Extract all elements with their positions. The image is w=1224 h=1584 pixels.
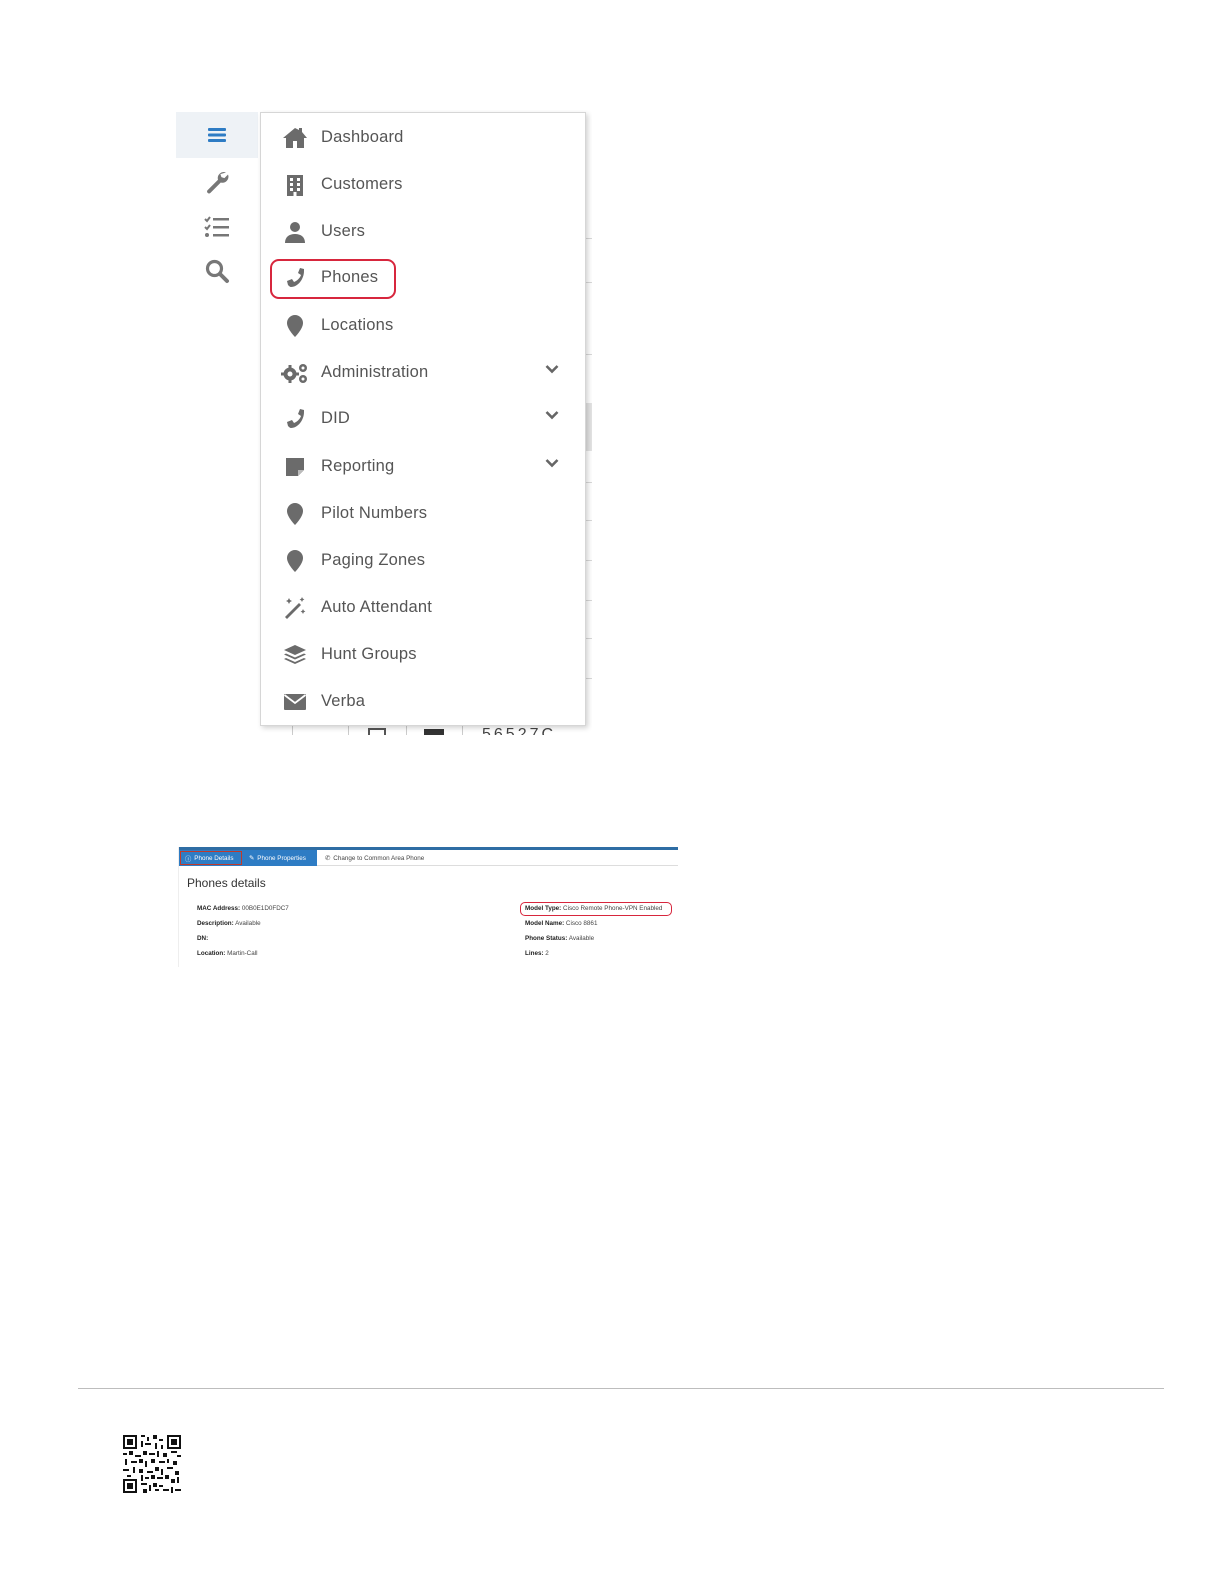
gears-icon — [281, 359, 309, 387]
map-marker-icon — [281, 500, 309, 528]
tab-phone-details[interactable]: ⓘ Phone Details — [179, 850, 243, 866]
tools-button[interactable] — [176, 158, 258, 204]
search-icon — [205, 259, 229, 283]
device-icon — [424, 729, 444, 735]
menu-item-label: DID — [321, 409, 351, 427]
info-icon: ⓘ — [185, 855, 192, 863]
menu-item-verba[interactable]: Verba — [261, 678, 585, 725]
menu-item-label: Dashboard — [321, 128, 404, 146]
table-divider — [586, 403, 592, 451]
menu-item-label: Reporting — [321, 457, 395, 475]
field-label: Phone Status: — [525, 935, 568, 942]
field-label: Description: — [197, 920, 234, 927]
field-label: DN: — [197, 935, 209, 942]
menu-item-dashboard[interactable]: Dashboard — [261, 114, 585, 161]
map-marker-icon — [281, 547, 309, 575]
menu-item-reporting[interactable]: Reporting — [261, 443, 585, 490]
details-tab-bar: ⓘ Phone Details ✎ Phone Properties ✆ Cha… — [179, 847, 678, 866]
menu-item-label: Administration — [321, 363, 429, 381]
checklist-button[interactable] — [176, 204, 258, 250]
magic-wand-icon — [281, 594, 309, 622]
hamburger-menu-button[interactable] — [176, 112, 258, 158]
field-label: MAC Address: — [197, 905, 241, 912]
field-value: Available — [567, 935, 595, 942]
navigation-menu-screenshot: 56527C Dashboard Customers Users Phones … — [176, 110, 592, 735]
field-label: Model Name: — [525, 920, 565, 927]
field-value: 00B0E1D0FDC7 — [240, 905, 289, 912]
menu-item-label: Paging Zones — [321, 551, 426, 569]
footer-divider — [78, 1388, 1164, 1389]
nav-dropdown-menu: Dashboard Customers Users Phones Locatio… — [260, 112, 586, 726]
wrench-icon — [207, 172, 229, 194]
phone-details-screenshot: ⓘ Phone Details ✎ Phone Properties ✆ Cha… — [178, 847, 678, 967]
location-field: Location: Martin-Call — [197, 950, 258, 957]
phones-details-title: Phones details — [187, 876, 266, 890]
model-type-highlight-annotation — [520, 902, 672, 916]
home-icon — [281, 124, 309, 152]
phone-icon: ✆ — [325, 854, 331, 862]
tab-label: Phone Properties — [257, 854, 306, 862]
field-value: Cisco 8861 — [564, 920, 598, 927]
phones-highlight-annotation — [270, 259, 396, 299]
menu-item-administration[interactable]: Administration — [261, 349, 585, 396]
chevron-down-icon — [545, 365, 559, 374]
tab-label: Change to Common Area Phone — [333, 854, 425, 862]
chevron-down-icon — [545, 459, 559, 468]
icon-rail — [176, 110, 258, 735]
phone-status-field: Phone Status: Available — [525, 935, 594, 942]
row-value-text: 56527C — [482, 726, 557, 735]
menu-item-did[interactable]: DID — [261, 395, 585, 442]
tab-label: Phone Details — [194, 854, 234, 862]
search-button[interactable] — [176, 248, 258, 294]
tab-change-to-common-area-phone[interactable]: ✆ Change to Common Area Phone — [319, 850, 430, 866]
menu-item-label: Customers — [321, 175, 403, 193]
menu-item-users[interactable]: Users — [261, 208, 585, 255]
field-label: Location: — [197, 950, 226, 957]
menu-item-paging-zones[interactable]: Paging Zones — [261, 537, 585, 584]
building-icon — [281, 171, 309, 199]
edit-icon — [368, 728, 386, 735]
model-name-field: Model Name: Cisco 8861 — [525, 920, 597, 927]
chevron-down-icon — [545, 411, 559, 420]
menu-item-pilot-numbers[interactable]: Pilot Numbers — [261, 490, 585, 537]
menu-item-hunt-groups[interactable]: Hunt Groups — [261, 631, 585, 678]
menu-item-label: Auto Attendant — [321, 598, 433, 616]
field-value: Available — [233, 920, 261, 927]
layers-icon — [281, 641, 309, 669]
phone-icon — [281, 405, 309, 433]
mac-address-field: MAC Address: 00B0E1D0FDC7 — [197, 905, 289, 912]
map-marker-icon — [281, 312, 309, 340]
menu-item-label: Locations — [321, 316, 394, 334]
menu-item-label: Pilot Numbers — [321, 504, 428, 522]
description-field: Description: Available — [197, 920, 261, 927]
field-label: Lines: — [525, 950, 544, 957]
qr-code-icon — [123, 1435, 181, 1493]
checklist-icon — [204, 216, 229, 237]
lines-field: Lines: 2 — [525, 950, 549, 957]
menu-item-locations[interactable]: Locations — [261, 302, 585, 349]
envelope-icon — [281, 688, 309, 716]
hamburger-icon — [208, 128, 226, 142]
edit-icon: ✎ — [249, 854, 255, 862]
menu-item-label: Hunt Groups — [321, 645, 417, 663]
menu-item-customers[interactable]: Customers — [261, 161, 585, 208]
menu-item-label: Users — [321, 222, 366, 240]
menu-item-label: Verba — [321, 692, 366, 710]
sticky-note-icon — [281, 453, 309, 481]
user-icon — [281, 218, 309, 246]
menu-item-auto-attendant[interactable]: Auto Attendant — [261, 584, 585, 631]
dn-field: DN: — [197, 935, 208, 942]
field-value: 2 — [543, 950, 549, 957]
field-value: Martin-Call — [225, 950, 258, 957]
tab-phone-properties[interactable]: ✎ Phone Properties — [243, 850, 317, 866]
